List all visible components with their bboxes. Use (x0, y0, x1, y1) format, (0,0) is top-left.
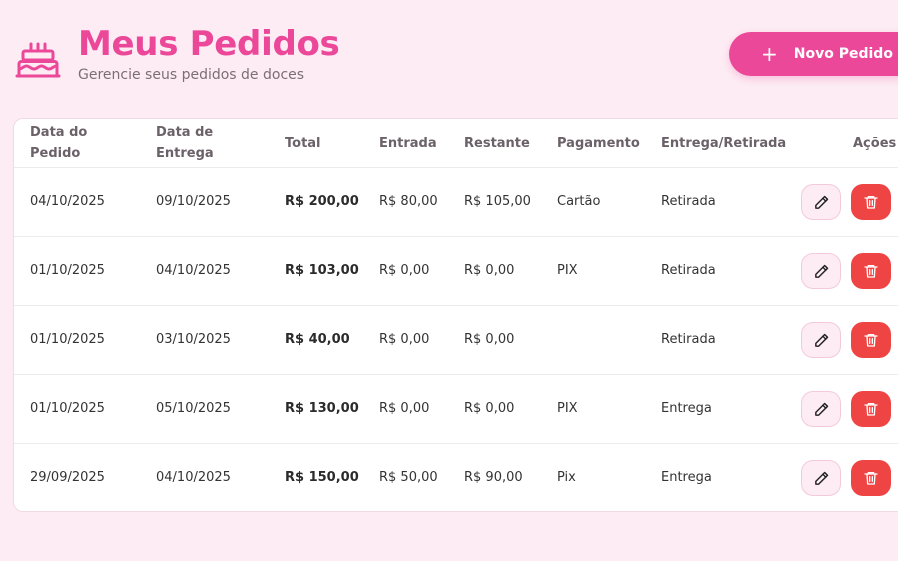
delete-button[interactable] (851, 460, 891, 496)
plus-icon: + (761, 42, 778, 66)
table-row: 01/10/2025 03/10/2025 R$ 40,00 R$ 0,00 R… (14, 306, 898, 375)
column-header-total: Total (285, 136, 321, 151)
column-header-payment: Pagamento (557, 136, 640, 151)
column-header-down-payment: Entrada (379, 136, 437, 151)
cell-delivery-date: 09/10/2025 (156, 194, 231, 209)
page-subtitle: Gerencie seus pedidos de doces (78, 67, 305, 83)
edit-button[interactable] (801, 184, 841, 220)
new-order-label: Novo Pedido (793, 46, 893, 62)
cell-payment: Pix (557, 470, 576, 485)
table-row: 04/10/2025 09/10/2025 R$ 200,00 R$ 80,00… (14, 168, 898, 237)
orders-table: Data do Pedido Data de Entrega Total Ent… (13, 118, 898, 512)
cell-delivery-date: 05/10/2025 (156, 401, 231, 416)
edit-button[interactable] (801, 322, 841, 358)
table-header: Data do Pedido Data de Entrega Total Ent… (14, 119, 898, 168)
cell-delivery-date: 04/10/2025 (156, 263, 231, 278)
cell-total: R$ 103,00 (285, 263, 359, 278)
delete-button[interactable] (851, 322, 891, 358)
pencil-icon (814, 264, 828, 278)
table-row: 01/10/2025 05/10/2025 R$ 130,00 R$ 0,00 … (14, 375, 898, 444)
cell-down-payment: R$ 80,00 (379, 194, 438, 209)
column-header-delivery-date: Data de Entrega (156, 125, 214, 161)
pencil-icon (814, 333, 828, 347)
cell-payment: Cartão (557, 194, 601, 209)
cell-down-payment: R$ 0,00 (379, 401, 430, 416)
trash-icon (864, 265, 878, 278)
cell-remaining: R$ 0,00 (464, 263, 515, 278)
cell-order-date: 04/10/2025 (30, 194, 105, 209)
cell-delivery-date: 04/10/2025 (156, 470, 231, 485)
cell-remaining: R$ 90,00 (464, 470, 523, 485)
cell-total: R$ 130,00 (285, 401, 359, 416)
cell-order-date: 01/10/2025 (30, 263, 105, 278)
cell-delivery-pickup: Retirada (661, 263, 716, 278)
page-header: Meus Pedidos Gerencie seus pedidos de do… (14, 22, 340, 84)
delete-button[interactable] (851, 253, 891, 289)
cell-remaining: R$ 105,00 (464, 194, 531, 209)
column-header-order-date: Data do Pedido (30, 125, 88, 161)
cell-remaining: R$ 0,00 (464, 332, 515, 347)
cell-total: R$ 40,00 (285, 332, 350, 347)
column-header-remaining: Restante (464, 136, 530, 151)
pencil-icon (814, 402, 828, 416)
pencil-icon (814, 195, 828, 209)
edit-button[interactable] (801, 253, 841, 289)
cell-delivery-pickup: Retirada (661, 332, 716, 347)
table-row: 29/09/2025 04/10/2025 R$ 150,00 R$ 50,00… (14, 444, 898, 511)
cell-delivery-pickup: Entrega (661, 401, 712, 416)
page-title: Meus Pedidos (78, 24, 340, 64)
cake-icon (15, 42, 61, 78)
cell-order-date: 01/10/2025 (30, 401, 105, 416)
cell-total: R$ 200,00 (285, 194, 359, 209)
cell-delivery-pickup: Retirada (661, 194, 716, 209)
trash-icon (864, 472, 878, 485)
trash-icon (864, 334, 878, 347)
title-block: Meus Pedidos Gerencie seus pedidos de do… (78, 22, 340, 84)
cell-order-date: 29/09/2025 (30, 470, 105, 485)
pencil-icon (814, 471, 828, 485)
column-header-actions: Ações (853, 136, 897, 151)
cell-down-payment: R$ 0,00 (379, 332, 430, 347)
cell-payment: PIX (557, 401, 578, 416)
cell-delivery-pickup: Entrega (661, 470, 712, 485)
edit-button[interactable] (801, 391, 841, 427)
orders-page: Meus Pedidos Gerencie seus pedidos de do… (0, 0, 898, 561)
trash-icon (864, 196, 878, 209)
delete-button[interactable] (851, 391, 891, 427)
cell-total: R$ 150,00 (285, 470, 359, 485)
cell-remaining: R$ 0,00 (464, 401, 515, 416)
cell-down-payment: R$ 50,00 (379, 470, 438, 485)
cell-delivery-date: 03/10/2025 (156, 332, 231, 347)
table-row: 01/10/2025 04/10/2025 R$ 103,00 R$ 0,00 … (14, 237, 898, 306)
column-header-delivery-pickup: Entrega/Retirada (661, 136, 787, 151)
trash-icon (864, 403, 878, 416)
new-order-button[interactable]: + Novo Pedido (729, 32, 898, 76)
edit-button[interactable] (801, 460, 841, 496)
delete-button[interactable] (851, 184, 891, 220)
cell-payment: PIX (557, 263, 578, 278)
cell-order-date: 01/10/2025 (30, 332, 105, 347)
cell-down-payment: R$ 0,00 (379, 263, 430, 278)
